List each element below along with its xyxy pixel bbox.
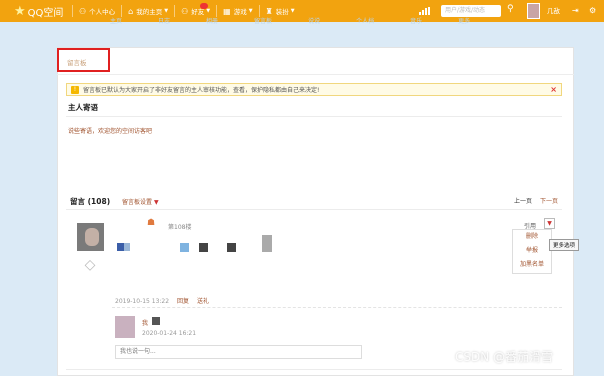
settings-label: 留言板设置	[122, 199, 153, 206]
replier-avatar[interactable]	[115, 316, 135, 338]
more-options-menu: 删除 举报 加黑名单	[512, 229, 552, 274]
highlight-box	[57, 48, 110, 72]
guestbook-settings-button[interactable]: 留言板设置 ▼	[122, 197, 159, 206]
host-message-title: 主人寄语	[68, 103, 98, 112]
subnav-item[interactable]: 主页	[110, 16, 122, 24]
warning-icon: !	[71, 85, 79, 94]
reply-input[interactable]: 我也说一句...	[115, 345, 362, 359]
commenter-avatar[interactable]	[77, 223, 104, 251]
search-icon[interactable]: ⚲	[507, 4, 514, 14]
diamond-icon: ◇	[84, 257, 96, 273]
nav-label: 装扮	[275, 8, 289, 16]
comment-date: 2019-10-15 13:22	[115, 298, 170, 305]
privacy-notice: ! 留言板已默认为大家开启了非好友留言的主人审核功能，查看，保护隐私都由自己来决…	[66, 83, 562, 96]
reply-link[interactable]: 回复	[177, 298, 189, 305]
pager: 上一页 下一页	[508, 196, 558, 205]
mosaic-block	[180, 243, 189, 252]
mosaic-block	[117, 243, 124, 251]
divider	[112, 307, 562, 308]
comment-meta: 2019-10-15 13:22 回复 送礼	[115, 296, 209, 305]
subnav-item[interactable]: 说说	[308, 16, 320, 24]
notification-badge	[200, 3, 208, 9]
subnav-item[interactable]: 更多	[458, 16, 470, 24]
nav-label: 我的主页	[136, 8, 163, 16]
prev-page-link[interactable]: 上一页	[514, 198, 532, 205]
stats-icon[interactable]	[419, 7, 430, 15]
next-page-link[interactable]: 下一页	[540, 198, 558, 205]
reply-date: 2020-01-24 16:21	[142, 330, 197, 337]
chevron-down-icon: ▼	[164, 8, 169, 14]
sub-navigation: 主页 日志 相册 留言板 说说 个人档 音乐 更多	[0, 16, 604, 24]
gift-link[interactable]: 送礼	[197, 298, 209, 305]
mosaic-block	[227, 243, 236, 252]
messages-title: 留言 (108)	[70, 197, 111, 206]
friends-icon: ⚇	[181, 6, 189, 16]
dress-icon: ♜	[265, 6, 273, 16]
person-icon: ⚇	[79, 6, 87, 16]
delete-option[interactable]: 删除	[513, 230, 551, 244]
mosaic-block	[124, 243, 130, 251]
blacklist-option[interactable]: 加黑名单	[513, 258, 551, 272]
subnav-item[interactable]: 相册	[206, 16, 218, 24]
report-option[interactable]: 举报	[513, 244, 551, 258]
divider	[57, 74, 574, 75]
chevron-down-icon: ▼	[248, 8, 253, 14]
caret-down-icon: ▼	[154, 199, 159, 206]
host-message-text[interactable]: 说些寄语，欢迎您的空间访客吧	[68, 126, 152, 135]
replier-name[interactable]: 我	[142, 318, 148, 327]
subnav-item[interactable]: 音乐	[410, 16, 422, 24]
tooltip: 更多选项	[549, 239, 580, 251]
subnav-item[interactable]: 个人档	[356, 16, 374, 24]
notice-text: 留言板已默认为大家开启了非好友留言的主人审核功能，查看，保护隐私都由自己来决定!	[83, 87, 320, 94]
game-icon: ▦	[223, 6, 231, 16]
mosaic-block	[262, 235, 272, 252]
mosaic-block	[152, 317, 160, 325]
watermark: CSDN @番茄滑雪	[455, 350, 554, 364]
subnav-item[interactable]: 日志	[158, 16, 170, 24]
shoe-icon: ☗	[147, 218, 156, 228]
chevron-down-icon: ▼	[206, 8, 211, 14]
nav-label: 游戏	[233, 8, 247, 16]
home-icon: ⌂	[128, 6, 134, 16]
divider	[66, 369, 562, 370]
nav-label: 个人中心	[89, 8, 116, 16]
more-options-arrow-icon[interactable]: ▼	[544, 218, 555, 229]
subnav-item[interactable]: 留言板	[254, 16, 272, 24]
floor-number: 第108楼	[168, 224, 192, 231]
divider	[66, 116, 562, 117]
mosaic-block	[199, 243, 208, 252]
chevron-down-icon: ▼	[290, 8, 295, 14]
close-icon[interactable]: ×	[550, 85, 557, 94]
divider	[66, 209, 562, 210]
